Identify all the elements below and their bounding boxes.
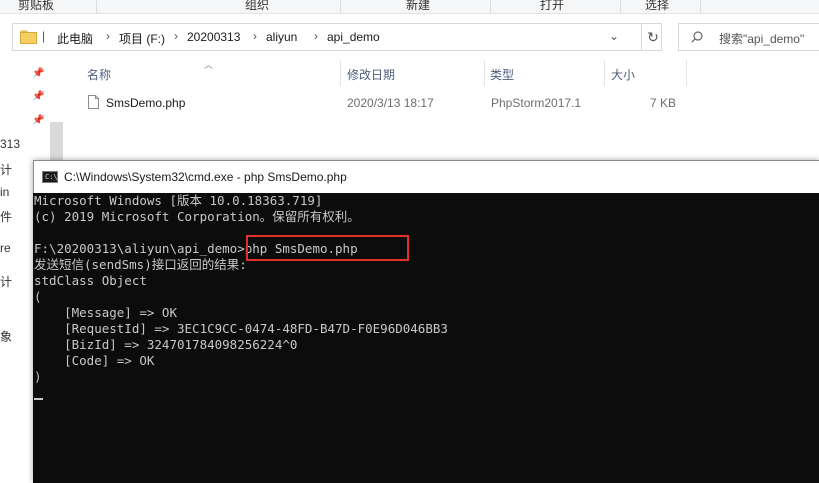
file-type: PhpStorm2017.1 xyxy=(491,96,582,110)
chevron-right-icon[interactable]: › xyxy=(174,29,178,43)
nav-item-fragment[interactable]: 313 xyxy=(0,137,20,151)
ribbon-label-clipboard: 剪贴板 xyxy=(18,0,55,12)
folder-icon xyxy=(20,30,37,44)
chevron-right-icon[interactable]: › xyxy=(253,29,257,43)
sort-ascending-icon: ︿ xyxy=(204,60,214,70)
cmd-icon[interactable]: C:\ xyxy=(42,171,58,183)
file-size: 7 KB xyxy=(650,96,677,110)
nav-item-fragment[interactable]: 件 xyxy=(0,208,12,225)
console-line: 发送短信(sendSms)接口返回的结果: xyxy=(34,257,247,272)
breadcrumb-drive-f[interactable]: 项目 (F:) xyxy=(119,30,165,47)
column-header-date[interactable]: 修改日期 xyxy=(347,66,395,83)
php-file-icon xyxy=(88,95,99,109)
column-divider[interactable] xyxy=(340,60,341,86)
ribbon-label-new: 新建 xyxy=(406,0,431,12)
ribbon-divider xyxy=(490,0,491,13)
console-line-biz-id: [BizId] => 324701784098256224^0 xyxy=(34,337,298,352)
column-divider[interactable] xyxy=(686,60,687,86)
breadcrumb-separator: | xyxy=(42,29,46,43)
ribbon-divider xyxy=(700,0,701,13)
cmd-window[interactable]: C:\ C:\Windows\System32\cmd.exe - php Sm… xyxy=(33,160,819,483)
console-line-code: [Code] => OK xyxy=(34,353,155,368)
ribbon-divider xyxy=(620,0,621,13)
scrollbar-thumb[interactable] xyxy=(50,122,63,162)
search-box[interactable]: 搜索"api_demo" xyxy=(678,23,819,51)
column-header-type[interactable]: 类型 xyxy=(490,66,514,83)
console-line: (c) 2019 Microsoft Corporation。保留所有权利。 xyxy=(34,209,360,224)
pin-icon[interactable]: 📌 xyxy=(32,91,44,102)
breadcrumb-this-pc[interactable]: 此电脑 xyxy=(57,30,93,47)
column-header-name[interactable]: 名称 xyxy=(87,66,111,83)
console-line: ( xyxy=(34,289,42,304)
nav-item-fragment[interactable]: 计 xyxy=(0,273,12,290)
console-line: stdClass Object xyxy=(34,273,147,288)
ribbon-divider xyxy=(96,0,97,13)
nav-item-fragment[interactable]: 计 xyxy=(0,161,12,178)
cmd-icon-text: C:\ xyxy=(45,173,58,181)
pin-icon[interactable]: 📌 xyxy=(32,68,44,79)
chevron-right-icon[interactable]: › xyxy=(314,29,318,43)
breadcrumb-20200313[interactable]: 20200313 xyxy=(187,30,240,44)
file-date: 2020/3/13 18:17 xyxy=(347,96,434,110)
ribbon-label-open: 打开 xyxy=(540,0,565,12)
search-placeholder: 搜索"api_demo" xyxy=(719,32,805,46)
chevron-down-icon[interactable]: ⌄ xyxy=(609,29,619,43)
breadcrumb-aliyun[interactable]: aliyun xyxy=(266,30,297,44)
nav-item-fragment[interactable]: 象 xyxy=(0,328,12,345)
highlight-annotation-box xyxy=(246,235,409,261)
ribbon-label-select: 选择 xyxy=(645,0,670,12)
text-cursor xyxy=(34,398,43,400)
console-output[interactable]: Microsoft Windows [版本 10.0.18363.719] (c… xyxy=(33,193,819,483)
breadcrumb-api-demo[interactable]: api_demo xyxy=(327,30,380,44)
address-bar[interactable]: | 此电脑 › 项目 (F:) › 20200313 › aliyun › ap… xyxy=(12,23,662,51)
refresh-icon[interactable]: ↻ xyxy=(641,24,664,50)
column-header-size[interactable]: 大小 xyxy=(611,66,635,83)
console-line-request-id: [RequestId] => 3EC1C9CC-0474-48FD-B47D-F… xyxy=(34,321,448,336)
nav-item-fragment[interactable]: re xyxy=(0,241,11,255)
console-line: ) xyxy=(34,369,42,384)
cmd-title-bar[interactable]: C:\ C:\Windows\System32\cmd.exe - php Sm… xyxy=(33,160,819,193)
cmd-window-title: C:\Windows\System32\cmd.exe - php SmsDem… xyxy=(64,170,347,184)
file-name[interactable]: SmsDemo.php xyxy=(106,96,185,110)
ribbon-divider xyxy=(340,0,341,13)
ribbon-group-labels: 剪贴板 组织 新建 打开 选择 xyxy=(0,0,819,14)
console-line: Microsoft Windows [版本 10.0.18363.719] xyxy=(34,193,323,208)
column-divider[interactable] xyxy=(484,60,485,86)
ribbon-label-organize: 组织 xyxy=(245,0,270,12)
console-line-message: [Message] => OK xyxy=(34,305,177,320)
nav-item-fragment[interactable]: in xyxy=(0,185,9,199)
pin-icon[interactable]: 📌 xyxy=(32,115,44,126)
chevron-right-icon[interactable]: › xyxy=(106,29,110,43)
column-divider[interactable] xyxy=(604,60,605,86)
search-icon xyxy=(691,31,703,43)
